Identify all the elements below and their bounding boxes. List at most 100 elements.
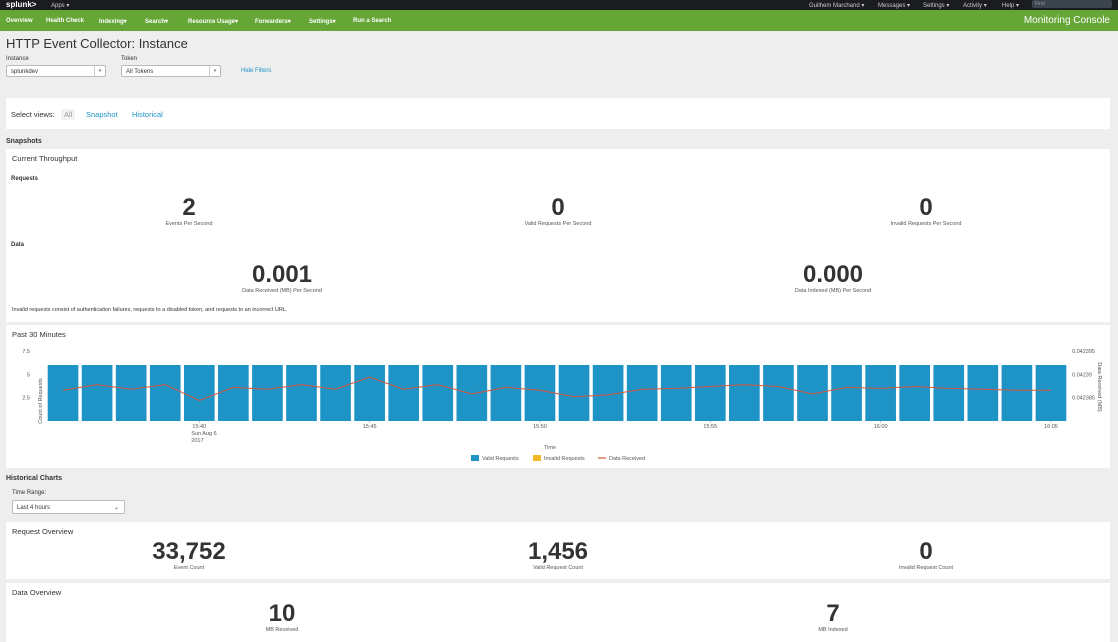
data-received-per-second-value: 0.001 bbox=[251, 261, 313, 288]
help-menu-label: Help bbox=[1002, 3, 1015, 9]
view-all-button[interactable]: All bbox=[61, 109, 76, 120]
valid-requests-bar[interactable] bbox=[967, 365, 999, 421]
nav-forwarders-label: Forwarders bbox=[255, 19, 288, 25]
settings-menu-label: Settings bbox=[923, 3, 945, 9]
legend-valid-requests[interactable]: Valid Requests bbox=[482, 456, 519, 462]
nav-run-a-search[interactable]: Run a Search bbox=[353, 18, 391, 24]
legend-invalid-requests[interactable]: Invalid Requests bbox=[544, 456, 585, 462]
nav-search[interactable]: Search▾ bbox=[145, 18, 168, 25]
request-overview-panel: Request Overview 33,752 Event Count 1,45… bbox=[6, 522, 1110, 579]
valid-requests-bar[interactable] bbox=[320, 365, 351, 421]
data-indexed-per-second-value: 0.000 bbox=[802, 261, 864, 288]
time-range-value: Last 4 hours bbox=[17, 505, 51, 511]
nav-resource-usage[interactable]: Resource Usage▾ bbox=[188, 18, 238, 25]
messages-menu[interactable]: Messages ▾ bbox=[878, 2, 910, 9]
valid-requests-bar[interactable] bbox=[149, 365, 181, 421]
chevron-down-icon: ▾ bbox=[907, 3, 911, 9]
valid-requests-bar[interactable] bbox=[456, 365, 488, 421]
mb-received: 10 MB Received bbox=[222, 601, 342, 634]
valid-requests-bar[interactable] bbox=[422, 365, 454, 421]
nav-overview[interactable]: Overview bbox=[6, 18, 33, 24]
find-input[interactable]: Find bbox=[1032, 0, 1112, 8]
valid-requests-bar[interactable] bbox=[899, 365, 931, 421]
valid-requests-bar[interactable] bbox=[797, 365, 828, 421]
invalid-request-count: 0 Invalid Request Count bbox=[866, 539, 986, 572]
legend-data-received[interactable]: Data Received bbox=[609, 456, 645, 462]
valid-requests-bar[interactable] bbox=[490, 365, 522, 421]
valid-request-count-value: 1,456 bbox=[527, 538, 589, 565]
time-range-label: Time Range: bbox=[12, 490, 47, 496]
view-snapshot-button[interactable]: Snapshot bbox=[86, 110, 118, 119]
x-tick-label: 16:05 bbox=[1044, 424, 1058, 430]
y-axis-title: Count of Requests bbox=[38, 378, 44, 424]
page-title: HTTP Event Collector: Instance bbox=[6, 36, 188, 51]
valid-requests-bar[interactable] bbox=[865, 365, 896, 421]
y2-axis-title: Data Received (MB) bbox=[1096, 362, 1102, 412]
valid-requests-bar[interactable] bbox=[626, 365, 658, 421]
data-overview-panel: Data Overview 10 MB Received 7 MB Indexe… bbox=[6, 583, 1110, 642]
legend-swatch-valid bbox=[471, 455, 479, 461]
snapshots-heading: Snapshots bbox=[6, 138, 42, 145]
time-range-picker[interactable]: Last 4 hours ⌄ bbox=[12, 500, 125, 514]
top-bar: splunk> Apps ▾ Guilhem Marchand ▾ Messag… bbox=[0, 0, 1118, 10]
valid-requests-bar[interactable] bbox=[218, 365, 249, 421]
event-count-value: 33,752 bbox=[152, 538, 226, 565]
valid-requests-bar[interactable] bbox=[354, 365, 385, 421]
nav-settings[interactable]: Settings▾ bbox=[309, 18, 336, 25]
instance-dropdown[interactable]: splunkdev ▾ bbox=[6, 65, 106, 77]
valid-requests-bar[interactable] bbox=[933, 365, 965, 421]
current-throughput-panel: Current Throughput Requests 2 Events Per… bbox=[6, 149, 1110, 322]
valid-request-count-caption: Valid Request Count bbox=[532, 565, 584, 571]
valid-requests-bar[interactable] bbox=[694, 365, 726, 421]
instance-value: splunkdev bbox=[11, 69, 39, 75]
help-menu[interactable]: Help ▾ bbox=[1002, 2, 1019, 9]
token-dropdown[interactable]: All Tokens ▾ bbox=[121, 65, 221, 77]
valid-requests-bar[interactable] bbox=[286, 365, 317, 421]
select-views-label: Select views: bbox=[11, 110, 55, 119]
valid-requests-bar[interactable] bbox=[1001, 365, 1033, 421]
valid-request-count: 1,456 Valid Request Count bbox=[498, 539, 618, 572]
valid-requests-bar[interactable] bbox=[660, 365, 692, 421]
settings-menu[interactable]: Settings ▾ bbox=[923, 2, 949, 9]
apps-menu[interactable]: Apps ▾ bbox=[51, 2, 69, 9]
chevron-down-icon: ▾ bbox=[1016, 3, 1020, 9]
valid-requests-bar[interactable] bbox=[81, 365, 113, 421]
valid-requests-bar[interactable] bbox=[558, 365, 590, 421]
app-nav-bar: Overview Health Check Indexing▾ Search▾ … bbox=[0, 10, 1118, 31]
valid-requests-bar[interactable] bbox=[115, 365, 147, 421]
user-menu[interactable]: Guilhem Marchand ▾ bbox=[809, 2, 864, 9]
valid-requests-bar[interactable] bbox=[763, 365, 794, 421]
valid-requests-bar[interactable] bbox=[729, 365, 760, 421]
valid-requests-bar[interactable] bbox=[47, 365, 79, 421]
activity-menu[interactable]: Activity ▾ bbox=[963, 2, 987, 9]
nav-forwarders[interactable]: Forwarders▾ bbox=[255, 18, 291, 25]
valid-requests-bar[interactable] bbox=[252, 365, 283, 421]
view-historical-button[interactable]: Historical bbox=[132, 110, 163, 119]
hide-filters-link[interactable]: Hide Filters bbox=[241, 68, 271, 74]
x-tick-label: 15:50 bbox=[533, 424, 547, 430]
invalid-request-count-caption: Invalid Request Count bbox=[898, 565, 954, 571]
request-overview-title: Request Overview bbox=[12, 527, 74, 536]
nav-indexing[interactable]: Indexing▾ bbox=[99, 18, 127, 25]
valid-requests-bar[interactable] bbox=[831, 365, 862, 421]
mb-received-caption: MB Received bbox=[265, 627, 299, 633]
splunk-logo[interactable]: splunk> bbox=[6, 0, 36, 9]
past-30-minutes-panel: Past 30 Minutes Count of Requests Data R… bbox=[6, 325, 1110, 468]
y-tick-label: 2.5 bbox=[22, 396, 30, 402]
past-30-minutes-chart: Count of Requests Data Received (MB) Tim… bbox=[22, 349, 1102, 462]
valid-requests-bar[interactable] bbox=[183, 365, 215, 421]
nav-health-check[interactable]: Health Check bbox=[46, 18, 84, 24]
data-label: Data bbox=[11, 242, 25, 248]
x-axis-title: Time bbox=[544, 445, 556, 451]
valid-requests-bar[interactable] bbox=[1035, 365, 1067, 421]
messages-menu-label: Messages bbox=[878, 3, 906, 9]
y-tick-label: 7.5 bbox=[22, 349, 30, 355]
chevron-down-icon: ▾ bbox=[861, 3, 865, 9]
valid-requests-bar[interactable] bbox=[388, 365, 420, 421]
nav-resource-usage-label: Resource Usage bbox=[188, 19, 236, 25]
valid-requests-bar[interactable] bbox=[524, 365, 556, 421]
apps-menu-label: Apps bbox=[51, 3, 65, 9]
x-tick-date-label: 2017 bbox=[191, 438, 203, 444]
event-count-caption: Event Count bbox=[173, 565, 205, 571]
chevron-down-icon: ▾ bbox=[66, 3, 70, 9]
